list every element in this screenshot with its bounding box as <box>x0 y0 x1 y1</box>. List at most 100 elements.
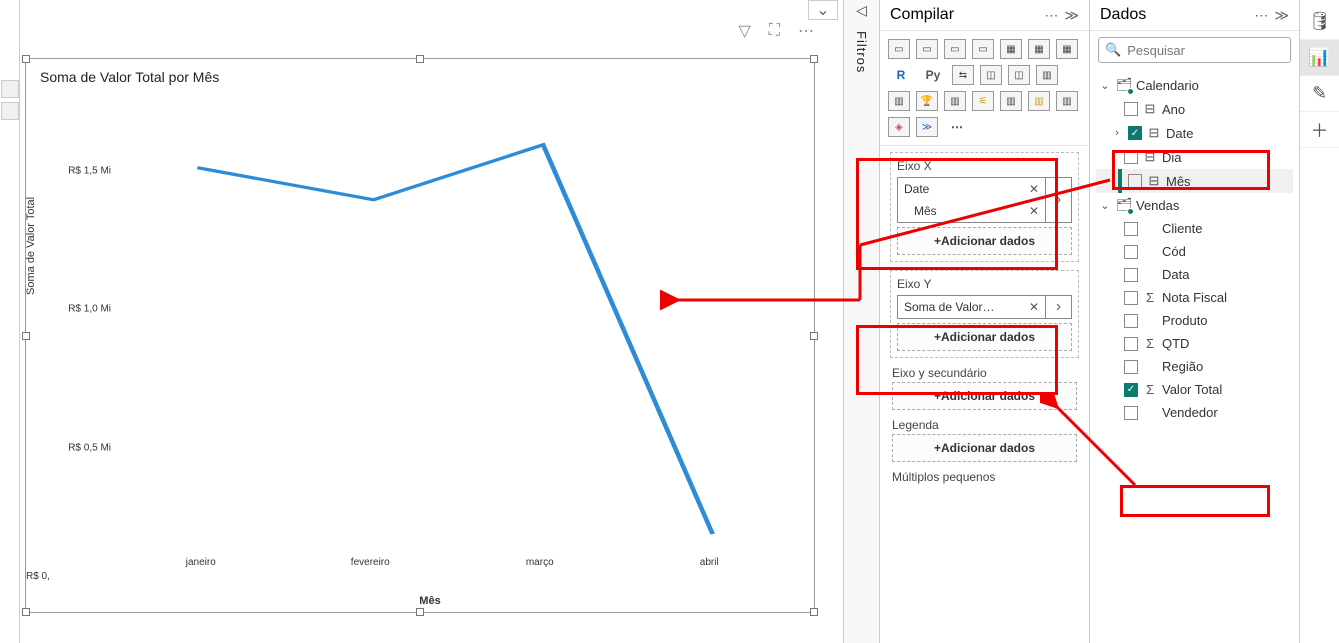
viz-type-icon[interactable]: ▭ <box>944 39 966 59</box>
resize-handle[interactable] <box>416 608 424 616</box>
viz-type-icon[interactable]: ▦ <box>1056 39 1078 59</box>
remove-field-icon[interactable]: ✕ <box>1029 204 1039 218</box>
well-eixo-x: Eixo X Date ✕ Mês ✕ › +Adicionar dados <box>890 152 1079 262</box>
data-view-icon[interactable]: 🛢 <box>1300 4 1339 40</box>
well-field-valor-total[interactable]: Soma de Valor… ✕ <box>898 296 1045 318</box>
checkbox[interactable] <box>1128 174 1142 188</box>
filtros-pane-collapsed[interactable]: ◁ Filtros <box>843 0 879 643</box>
field-dia[interactable]: ⊟ Dia <box>1096 145 1293 169</box>
resize-handle[interactable] <box>416 55 424 63</box>
viz-type-icon[interactable]: 🏆 <box>916 91 938 111</box>
checkbox[interactable] <box>1124 245 1138 259</box>
field-cod[interactable]: Cód <box>1096 240 1293 263</box>
chart-view-icon[interactable]: 📊 <box>1300 40 1339 76</box>
well-slot[interactable]: Soma de Valor… ✕ › <box>897 295 1072 319</box>
checkbox[interactable] <box>1124 150 1138 164</box>
checkbox[interactable] <box>1124 102 1138 116</box>
resize-handle[interactable] <box>22 55 30 63</box>
field-ano[interactable]: ⊟ Ano <box>1096 97 1293 121</box>
checkbox[interactable] <box>1124 222 1138 236</box>
checkbox[interactable] <box>1124 337 1138 351</box>
remove-field-icon[interactable]: ✕ <box>1029 300 1039 314</box>
table-calendario[interactable]: ⌄ 🗂 Calendario <box>1096 73 1293 97</box>
remove-field-icon[interactable]: ✕ <box>1029 182 1039 196</box>
viz-type-icon[interactable]: ▥ <box>1000 91 1022 111</box>
more-icon[interactable]: ⋯ <box>1044 7 1058 24</box>
table-vendas[interactable]: ⌄ 🗂 Vendas <box>1096 193 1293 217</box>
field-nota-fiscal[interactable]: Σ Nota Fiscal <box>1096 286 1293 309</box>
well-field-mes[interactable]: Mês ✕ <box>898 200 1045 222</box>
viz-type-icon[interactable]: ⇆ <box>952 65 974 85</box>
resize-handle[interactable] <box>810 332 818 340</box>
expand-icon[interactable]: › <box>1110 127 1124 139</box>
expand-icon[interactable]: ⌄ <box>1098 79 1112 92</box>
field-qtd[interactable]: Σ QTD <box>1096 332 1293 355</box>
viz-type-icon[interactable]: ▭ <box>916 39 938 59</box>
resize-handle[interactable] <box>22 332 30 340</box>
checkbox[interactable] <box>1124 314 1138 328</box>
field-valor-total[interactable]: ✓ Σ Valor Total <box>1096 378 1293 401</box>
checkbox[interactable] <box>1124 291 1138 305</box>
resize-handle[interactable] <box>810 55 818 63</box>
field-name: Nota Fiscal <box>1162 290 1291 305</box>
well-field-date[interactable]: Date ✕ <box>898 178 1045 200</box>
viz-type-icon[interactable]: ▥ <box>1028 91 1050 111</box>
search-icon: 🔍 <box>1105 42 1121 58</box>
tool-btn-1[interactable] <box>1 80 19 98</box>
field-regiao[interactable]: Região <box>1096 355 1293 378</box>
viz-type-icon[interactable]: ▦ <box>1028 39 1050 59</box>
viz-type-icon[interactable]: ▦ <box>1000 39 1022 59</box>
field-date[interactable]: › ✓ ⊟ Date <box>1096 121 1293 145</box>
model-view-icon[interactable]: ✎ <box>1300 76 1339 112</box>
field-cliente[interactable]: Cliente <box>1096 217 1293 240</box>
expand-field-icon[interactable]: › <box>1045 178 1071 222</box>
viz-type-icon[interactable]: ▭ <box>888 39 910 59</box>
add-data-button[interactable]: +Adicionar dados <box>897 227 1072 255</box>
viz-py-icon[interactable]: Py <box>920 65 946 85</box>
field-mes[interactable]: ⊟ Mês <box>1096 169 1293 193</box>
viz-more-icon[interactable]: ⋯ <box>944 117 970 137</box>
well-slot[interactable]: Date ✕ Mês ✕ › <box>897 177 1072 223</box>
resize-handle[interactable] <box>810 608 818 616</box>
line-chart-visual[interactable]: ▽ ⛶ ⋯ Soma de Valor Total por Mês Soma d… <box>25 58 815 613</box>
report-canvas[interactable]: ⌄ ▽ ⛶ ⋯ Soma de Valor Total por Mês Soma… <box>20 0 843 643</box>
expand-field-icon[interactable]: › <box>1045 296 1071 318</box>
viz-type-icon[interactable]: ▥ <box>888 91 910 111</box>
field-name: Soma de Valor… <box>904 300 995 314</box>
tool-btn-2[interactable] <box>1 102 19 120</box>
field-produto[interactable]: Produto <box>1096 309 1293 332</box>
resize-handle[interactable] <box>22 608 30 616</box>
canvas-collapse-button[interactable]: ⌄ <box>808 0 838 20</box>
expand-icon[interactable]: ⌄ <box>1098 199 1112 212</box>
table-icon: 🗂 <box>1116 197 1132 213</box>
add-icon[interactable]: ＋ <box>1300 112 1339 148</box>
checkbox[interactable]: ✓ <box>1128 126 1142 140</box>
viz-type-icon[interactable]: ⚟ <box>972 91 994 111</box>
viz-type-icon[interactable]: ◈ <box>888 117 910 137</box>
viz-type-icon[interactable]: ◫ <box>980 65 1002 85</box>
checkbox[interactable]: ✓ <box>1124 383 1138 397</box>
add-data-button[interactable]: +Adicionar dados <box>897 323 1072 351</box>
checkbox[interactable] <box>1124 406 1138 420</box>
collapse-icon[interactable]: ≫ <box>1274 7 1289 24</box>
viz-type-icon[interactable]: ≫ <box>916 117 938 137</box>
field-data[interactable]: Data <box>1096 263 1293 286</box>
filter-icon[interactable]: ▽ <box>738 21 750 41</box>
focus-icon[interactable]: ⛶ <box>769 22 780 40</box>
more-icon[interactable]: ⋯ <box>798 21 814 41</box>
checkbox[interactable] <box>1124 268 1138 282</box>
viz-type-icon[interactable]: ◫ <box>1008 65 1030 85</box>
search-input[interactable]: 🔍 Pesquisar <box>1098 37 1291 63</box>
add-data-button[interactable]: +Adicionar dados <box>892 434 1077 462</box>
add-data-button[interactable]: +Adicionar dados <box>892 382 1077 410</box>
more-icon[interactable]: ⋯ <box>1254 7 1268 24</box>
expand-icon[interactable]: ◁ <box>856 2 867 19</box>
field-vendedor[interactable]: Vendedor <box>1096 401 1293 424</box>
viz-type-icon[interactable]: ▥ <box>1056 91 1078 111</box>
viz-type-icon[interactable]: ▥ <box>944 91 966 111</box>
viz-r-icon[interactable]: R <box>888 65 914 85</box>
checkbox[interactable] <box>1124 360 1138 374</box>
collapse-icon[interactable]: ≫ <box>1064 7 1079 24</box>
viz-type-icon[interactable]: ▭ <box>972 39 994 59</box>
viz-type-icon[interactable]: ▥ <box>1036 65 1058 85</box>
